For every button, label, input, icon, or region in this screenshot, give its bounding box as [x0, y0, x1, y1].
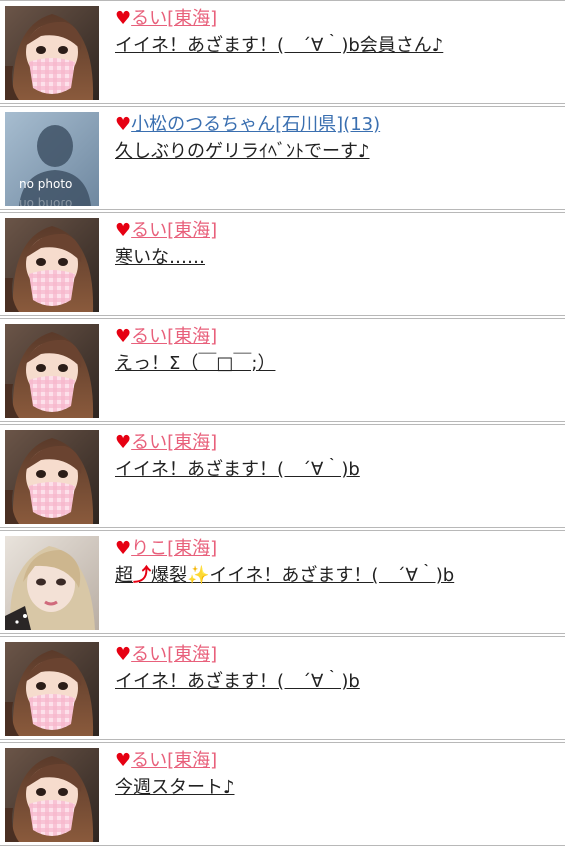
heart-icon: ♥ — [115, 538, 132, 559]
avatar-rui[interactable] — [5, 748, 99, 842]
post-author[interactable]: ♥るい[東海] — [115, 325, 559, 349]
up-arrow-icon: ⤴ — [133, 565, 151, 586]
post-message[interactable]: 久しぶりのゲリラｲﾍﾞﾝﾄでーす♪ — [115, 140, 559, 164]
post-item[interactable]: ♥るい[東海] 今週スタート♪ — [0, 742, 565, 846]
heart-icon: ♥ — [115, 750, 132, 771]
avatar-rui-image — [5, 6, 99, 100]
author-name-link[interactable]: るい[東海] — [131, 432, 217, 453]
post-message[interactable]: 寒いな…… — [115, 246, 559, 270]
author-name-link[interactable]: りこ[東海] — [131, 538, 217, 559]
avatar-rui[interactable] — [5, 6, 99, 100]
avatar-rui-image — [5, 642, 99, 736]
author-name-link[interactable]: るい[東海] — [131, 750, 217, 771]
heart-icon: ♥ — [115, 220, 132, 241]
heart-icon: ♥ — [115, 644, 132, 665]
avatar-rui-image — [5, 430, 99, 524]
avatar-rui-image — [5, 324, 99, 418]
author-name-link[interactable]: るい[東海] — [131, 8, 217, 29]
avatar-riko-image — [5, 536, 99, 630]
avatar-rui[interactable] — [5, 642, 99, 736]
post-item[interactable]: ♥るい[東海] えっ！Σ（￣□￣;） — [0, 318, 565, 422]
sparkle-icon: ✨ — [187, 565, 210, 586]
post-author[interactable]: ♥るい[東海] — [115, 219, 559, 243]
post-author[interactable]: ♥るい[東海] — [115, 643, 559, 667]
post-item[interactable]: ♥りこ[東海] 超⤴爆裂✨イイネ！あざます！( ´∀｀)b — [0, 530, 565, 634]
post-author[interactable]: ♥りこ[東海] — [115, 537, 559, 561]
heart-icon: ♥ — [115, 114, 132, 135]
post-message[interactable]: 超⤴爆裂✨イイネ！あざます！( ´∀｀)b — [115, 564, 559, 588]
avatar-riko[interactable] — [5, 536, 99, 630]
post-message[interactable]: イイネ！あざます！( ´∀｀)b — [115, 458, 559, 482]
avatar-rui[interactable] — [5, 218, 99, 312]
avatar-rui[interactable] — [5, 430, 99, 524]
post-feed: ♥るい[東海] イイネ！あざます！( ´∀｀)b会員さん♪ no photo n… — [0, 0, 565, 846]
no-photo-label: no photo — [19, 177, 72, 191]
post-item[interactable]: no photo no photo ♥小松のつるちゃん[石川県](13) 久しぶ… — [0, 106, 565, 210]
post-message[interactable]: イイネ！あざます！( ´∀｀)b — [115, 670, 559, 694]
post-item[interactable]: ♥るい[東海] イイネ！あざます！( ´∀｀)b — [0, 424, 565, 528]
post-message[interactable]: イイネ！あざます！( ´∀｀)b会員さん♪ — [115, 34, 559, 58]
heart-icon: ♥ — [115, 326, 132, 347]
post-item[interactable]: ♥るい[東海] イイネ！あざます！( ´∀｀)b — [0, 636, 565, 740]
heart-icon: ♥ — [115, 8, 132, 29]
author-name-link[interactable]: るい[東海] — [131, 326, 217, 347]
post-message[interactable]: えっ！Σ（￣□￣;） — [115, 352, 559, 376]
avatar-no-photo[interactable]: no photo no photo — [5, 112, 99, 206]
post-item[interactable]: ♥るい[東海] イイネ！あざます！( ´∀｀)b会員さん♪ — [0, 0, 565, 104]
post-item[interactable]: ♥るい[東海] 寒いな…… — [0, 212, 565, 316]
heart-icon: ♥ — [115, 432, 132, 453]
post-author[interactable]: ♥るい[東海] — [115, 7, 559, 31]
post-author[interactable]: ♥るい[東海] — [115, 431, 559, 455]
post-message[interactable]: 今週スタート♪ — [115, 776, 559, 800]
author-name-link[interactable]: 小松のつるちゃん[石川県](13) — [131, 114, 380, 135]
avatar-rui-image — [5, 748, 99, 842]
post-author[interactable]: ♥るい[東海] — [115, 749, 559, 773]
avatar-rui-image — [5, 218, 99, 312]
svg-text:no photo: no photo — [19, 197, 72, 206]
no-photo-image: no photo no photo — [5, 112, 99, 206]
avatar-rui[interactable] — [5, 324, 99, 418]
author-name-link[interactable]: るい[東海] — [131, 644, 217, 665]
author-name-link[interactable]: るい[東海] — [131, 220, 217, 241]
post-author[interactable]: ♥小松のつるちゃん[石川県](13) — [115, 113, 559, 137]
